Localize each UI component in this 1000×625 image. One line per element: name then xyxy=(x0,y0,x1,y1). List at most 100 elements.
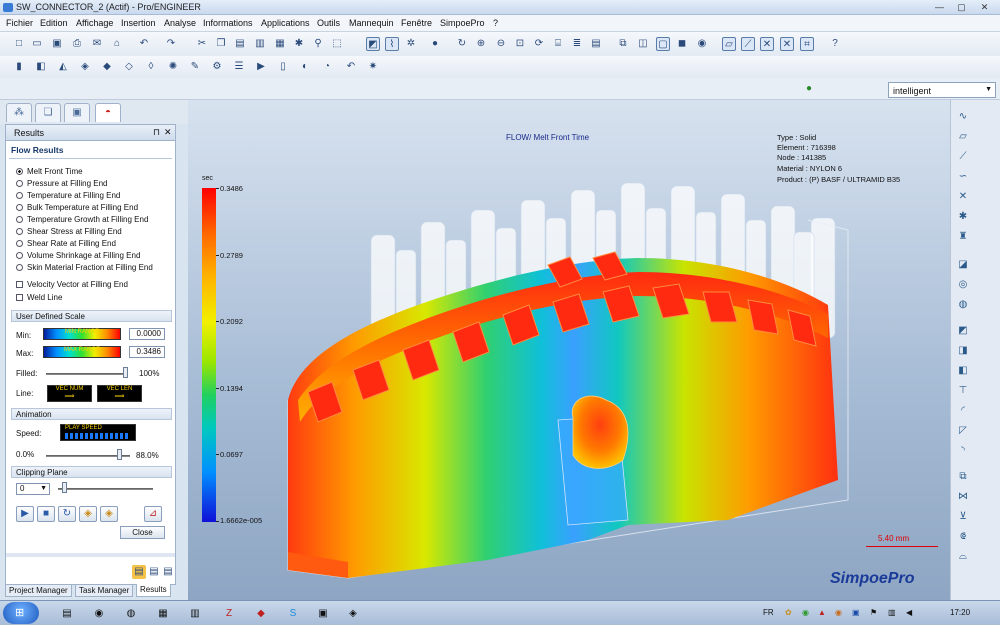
draft-icon[interactable]: ⊤ xyxy=(956,384,970,398)
clipboard-icon[interactable]: ▦ xyxy=(273,37,287,51)
project-icon[interactable]: ▮ xyxy=(12,60,26,74)
menu-fichier[interactable]: Fichier xyxy=(6,18,33,28)
filled-slider[interactable] xyxy=(46,373,126,375)
filezilla-icon[interactable]: Z xyxy=(218,604,240,623)
extrude-icon[interactable]: ◪ xyxy=(956,258,970,272)
datum-plane-icon[interactable]: ◩ xyxy=(366,37,380,51)
pin-icon[interactable]: ⊓ xyxy=(153,127,160,138)
loop-button[interactable]: ↻ xyxy=(58,506,76,522)
terminal-icon[interactable]: ▣ xyxy=(312,604,334,623)
radio-shear-rate[interactable]: Shear Rate at Filling End xyxy=(16,239,116,248)
csys-tool-icon[interactable]: ✱ xyxy=(956,210,970,224)
repaint-icon[interactable]: ▤ xyxy=(589,37,603,51)
start-button[interactable]: ⊞ xyxy=(3,602,39,624)
network-icon[interactable]: ▥ xyxy=(888,608,896,617)
part-icon[interactable]: ◧ xyxy=(34,60,48,74)
menu-outils[interactable]: Outils xyxy=(317,18,340,28)
enhanced-realism-icon[interactable]: ◉ xyxy=(695,37,709,51)
menu-analyse[interactable]: Analyse xyxy=(164,18,196,28)
merge-icon[interactable]: ⊻ xyxy=(956,510,970,524)
print-preview-icon[interactable]: ⌂ xyxy=(110,37,124,51)
proe-icon[interactable]: ◆ xyxy=(250,604,272,623)
sweep-icon[interactable]: ◍ xyxy=(956,298,970,312)
context-help-icon[interactable]: ? xyxy=(828,37,842,51)
shell-icon[interactable]: ◨ xyxy=(956,344,970,358)
shading-icon[interactable]: ● xyxy=(428,37,442,51)
chamfer-icon[interactable]: ◸ xyxy=(956,424,970,438)
axis-display-icon[interactable]: ⟋ xyxy=(741,37,755,51)
editor-icon[interactable]: ▦ xyxy=(152,604,174,623)
hole-icon[interactable]: ◩ xyxy=(956,324,970,338)
mold-icon[interactable]: ◆ xyxy=(100,60,114,74)
tab-task-manager[interactable]: Task Manager xyxy=(75,584,134,597)
favorites-tab-icon[interactable]: ▣ xyxy=(64,103,90,122)
paste-icon[interactable]: ▤ xyxy=(233,37,247,51)
skype-icon[interactable]: S xyxy=(282,604,304,623)
gate-icon[interactable]: ◭ xyxy=(56,60,70,74)
monitor-icon[interactable]: ▯ xyxy=(276,60,290,74)
axis-tool-icon[interactable]: ⟋ xyxy=(956,150,970,164)
analysis-icon[interactable]: ☰ xyxy=(232,60,246,74)
filled-slider-thumb[interactable] xyxy=(123,367,128,378)
offset-icon[interactable]: ⌓ xyxy=(956,550,970,564)
undo-icon[interactable]: ↶ xyxy=(137,37,151,51)
max-range-swatch[interactable]: MAX RANGE xyxy=(43,346,121,358)
model-tree-tab-icon[interactable]: ⁂ xyxy=(6,103,32,122)
layers-icon[interactable]: ≣ xyxy=(570,37,584,51)
radio-volume-shrinkage[interactable]: Volume Shrinkage at Filling End xyxy=(16,251,140,260)
spin-icon[interactable]: ↻ xyxy=(455,37,469,51)
results-icon[interactable]: ◐ xyxy=(298,60,312,74)
menu-fenetre[interactable]: Fenêtre xyxy=(401,18,432,28)
annotation-display-icon[interactable]: ⌗ xyxy=(800,37,814,51)
menu-help[interactable]: ? xyxy=(493,18,498,28)
shaded-display-icon[interactable]: ◼ xyxy=(675,37,689,51)
clipping-plane-select[interactable]: 0 ▼ xyxy=(16,483,50,495)
play-speed-control[interactable]: PLAY SPEED xyxy=(60,424,136,441)
zoom-out-icon[interactable]: ⊖ xyxy=(494,37,508,51)
wireframe-icon[interactable]: ⧉ xyxy=(616,37,630,51)
report-icon[interactable]: ◔ xyxy=(320,60,334,74)
copy-icon[interactable]: ❐ xyxy=(214,37,228,51)
hidden-line-icon[interactable]: ◫ xyxy=(636,37,650,51)
max-value-field[interactable]: 0.3486 xyxy=(129,346,165,358)
graphics-viewport[interactable]: FLOW/ Melt Front Time Type : Solid Eleme… xyxy=(188,100,950,600)
menu-affichage[interactable]: Affichage xyxy=(76,18,113,28)
radio-bulk-temperature[interactable]: Bulk Temperature at Filling End xyxy=(16,203,138,212)
panel-close-icon[interactable]: ✕ xyxy=(164,127,172,138)
runner-icon[interactable]: ✎ xyxy=(188,60,202,74)
radio-temperature-growth[interactable]: Temperature Growth at Filling End xyxy=(16,215,148,224)
trim-icon[interactable]: ⟃ xyxy=(956,530,970,544)
selection-filter-dropdown[interactable]: intelligent ▼ xyxy=(888,82,996,98)
select-box-icon[interactable]: ⬚ xyxy=(330,37,344,51)
tab-project-manager[interactable]: Project Manager xyxy=(5,584,72,597)
explode-icon[interactable]: ✷ xyxy=(366,60,380,74)
vec-len-button[interactable]: VEC LEN ⟹ xyxy=(97,385,142,402)
vec-num-button[interactable]: VEC NUM ⟹ xyxy=(47,385,92,402)
datum-axis-icon[interactable]: ⌇ xyxy=(385,37,399,51)
round-icon[interactable]: ◜ xyxy=(956,404,970,418)
print-icon[interactable]: ⎙ xyxy=(70,37,84,51)
revolve-icon[interactable]: ◎ xyxy=(956,278,970,292)
refit-icon[interactable]: ⊡ xyxy=(513,37,527,51)
clipping-plane-slider[interactable] xyxy=(58,488,153,490)
menu-applications[interactable]: Applications xyxy=(261,18,310,28)
record-button[interactable]: ◈ xyxy=(79,506,97,522)
saved-views-icon[interactable]: ⌸ xyxy=(551,37,565,51)
new-file-icon[interactable]: □ xyxy=(12,37,26,51)
plot-button[interactable]: ⊿ xyxy=(144,506,162,522)
menu-mannequin[interactable]: Mannequin xyxy=(349,18,394,28)
simpoe-tab-icon[interactable]: ◓ xyxy=(95,103,121,122)
tray-icon[interactable]: ◉ xyxy=(802,608,809,617)
csys-display-icon[interactable]: ✕ xyxy=(780,37,794,51)
folder-browser-tab-icon[interactable]: ❏ xyxy=(35,103,61,122)
menu-insertion[interactable]: Insertion xyxy=(121,18,156,28)
paste-special-icon[interactable]: ▥ xyxy=(253,37,267,51)
radio-melt-front-time[interactable]: Melt Front Time xyxy=(16,167,83,176)
globe-icon[interactable]: ◍ xyxy=(120,604,142,623)
tab-results[interactable]: Results xyxy=(136,584,171,597)
plane-display-icon[interactable]: ▱ xyxy=(722,37,736,51)
tray-icon[interactable]: ◉ xyxy=(835,608,842,617)
checkbox-velocity-vector[interactable]: Velocity Vector at Filling End xyxy=(16,280,128,289)
maximize-button[interactable]: ▢ xyxy=(952,1,971,13)
menu-edition[interactable]: Edition xyxy=(40,18,68,28)
